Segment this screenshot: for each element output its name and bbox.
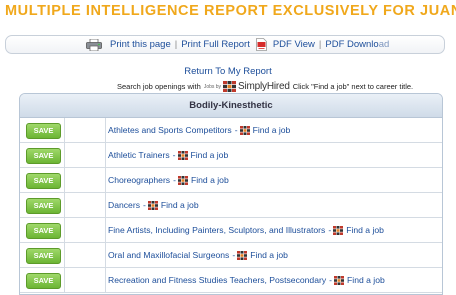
save-cell: SAVE <box>20 193 65 217</box>
career-link[interactable]: Athletes and Sports Competitors <box>108 125 232 135</box>
print-full-report-link[interactable]: Print Full Report <box>181 39 250 50</box>
search-text-after: Click "Find a job" next to career title. <box>292 82 414 91</box>
career-link[interactable]: Dancers <box>108 200 140 210</box>
simplyhired-brand[interactable]: SimplyHired <box>238 81 290 92</box>
table-header-bodily-kinesthetic: Bodily-Kinesthetic <box>20 94 442 118</box>
empty-cell <box>65 218 106 242</box>
empty-cell <box>65 268 106 292</box>
table-row: SAVE Athletes and Sports Competitors - Find… <box>20 118 442 143</box>
find-a-job-link[interactable]: Find a job <box>346 225 384 235</box>
career-separator: - <box>234 125 238 135</box>
empty-cell <box>65 118 106 142</box>
simplyhired-icon <box>333 225 344 235</box>
career-separator: - <box>143 200 146 210</box>
save-button[interactable]: SAVE <box>26 198 61 214</box>
table-row: SAVE Recreation and Fitness Studies Teach… <box>20 268 442 293</box>
return-to-report-link[interactable]: Return To My Report <box>0 66 456 77</box>
career-cell: Recreation and Fitness Studies Teachers,… <box>106 268 442 292</box>
pdf-download-label-faded: ad <box>378 39 390 50</box>
career-cell: Fine Artists, Including Painters, Sculpt… <box>106 218 442 242</box>
simplyhired-icon <box>147 200 158 210</box>
career-separator: - <box>329 275 333 285</box>
career-cell: Oral and Maxillofacial Surgeons - Find a j… <box>106 243 442 267</box>
find-a-job-link[interactable]: Find a job <box>250 250 288 260</box>
save-button[interactable]: SAVE <box>26 173 61 189</box>
save-button[interactable]: SAVE <box>26 248 61 264</box>
find-a-job-link[interactable]: Find a job <box>191 175 229 185</box>
save-cell: SAVE <box>20 268 65 292</box>
pdf-view-link[interactable]: PDF View <box>273 39 315 50</box>
empty-cell <box>65 143 106 167</box>
simplyhired-icon <box>237 250 248 260</box>
printer-icon[interactable] <box>86 38 102 51</box>
career-link[interactable]: Athletic Trainers <box>108 150 170 160</box>
career-separator: - <box>328 225 332 235</box>
search-text-before: Search job openings with <box>117 82 201 91</box>
career-cell: Dancers - Find a job <box>106 193 442 217</box>
career-separator: - <box>172 150 176 160</box>
simplyhired-icon <box>177 175 188 185</box>
table-row: SAVE Dancers - Find a job <box>20 193 442 218</box>
table-row: SAVE Oral and Maxillofacial Surgeons - Find… <box>20 243 442 268</box>
simplyhired-icon <box>239 125 250 135</box>
career-separator: - <box>232 250 236 260</box>
empty-cell <box>65 168 106 192</box>
simplyhired-icon <box>177 150 188 160</box>
find-a-job-link[interactable]: Find a job <box>191 150 229 160</box>
simplyhired-logo-icon[interactable] <box>223 81 237 92</box>
find-a-job-link[interactable]: Find a job <box>347 275 385 285</box>
career-separator: - <box>173 175 176 185</box>
career-cell: Athletes and Sports Competitors - Find a j… <box>106 118 442 142</box>
careers-table: Bodily-Kinesthetic SAVE Athletes and Spor… <box>19 93 443 295</box>
save-button[interactable]: SAVE <box>26 123 61 139</box>
table-rows: SAVE Athletes and Sports Competitors - Find… <box>20 118 442 293</box>
table-row: SAVE Fine Artists, Including Painters, Sc… <box>20 218 442 243</box>
jobs-by-label: Jobs by <box>203 83 222 90</box>
career-link[interactable]: Oral and Maxillofacial Surgeons <box>108 250 229 260</box>
report-title: MULTIPLE INTELLIGENCE REPORT EXCLUSIVELY… <box>5 3 456 19</box>
pdf-download-link[interactable]: PDF Download <box>325 39 389 50</box>
find-a-job-link[interactable]: Find a job <box>253 125 291 135</box>
search-job-line: Search job openings with Jobs by SimplyH… <box>117 80 413 93</box>
pdf-icon[interactable] <box>255 38 267 51</box>
career-link[interactable]: Recreation and Fitness Studies Teachers,… <box>108 275 326 285</box>
toolbar-links: Print this page | Print Full Report PDF … <box>86 37 389 52</box>
report-toolbar: Print this page | Print Full Report PDF … <box>5 35 445 54</box>
table-row: SAVE Choreographers - Find a job <box>20 168 442 193</box>
table-row: SAVE Athletic Trainers - Find a job <box>20 143 442 168</box>
save-button[interactable]: SAVE <box>26 223 61 239</box>
toolbar-separator: | <box>318 39 322 50</box>
career-link[interactable]: Fine Artists, Including Painters, Sculpt… <box>108 225 325 235</box>
pdf-download-label: PDF Downlo <box>325 39 379 50</box>
save-cell: SAVE <box>20 118 65 142</box>
toolbar-separator: | <box>174 39 178 50</box>
save-button[interactable]: SAVE <box>26 148 61 164</box>
career-cell: Choreographers - Find a job <box>106 168 442 192</box>
save-cell: SAVE <box>20 243 65 267</box>
simplyhired-icon <box>334 275 345 285</box>
empty-cell <box>65 243 106 267</box>
save-cell: SAVE <box>20 143 65 167</box>
save-cell: SAVE <box>20 168 65 192</box>
print-page-link[interactable]: Print this page <box>110 39 171 50</box>
save-cell: SAVE <box>20 218 65 242</box>
empty-cell <box>65 193 106 217</box>
find-a-job-link[interactable]: Find a job <box>161 200 199 210</box>
career-link[interactable]: Choreographers <box>108 175 170 185</box>
career-cell: Athletic Trainers - Find a job <box>106 143 442 167</box>
